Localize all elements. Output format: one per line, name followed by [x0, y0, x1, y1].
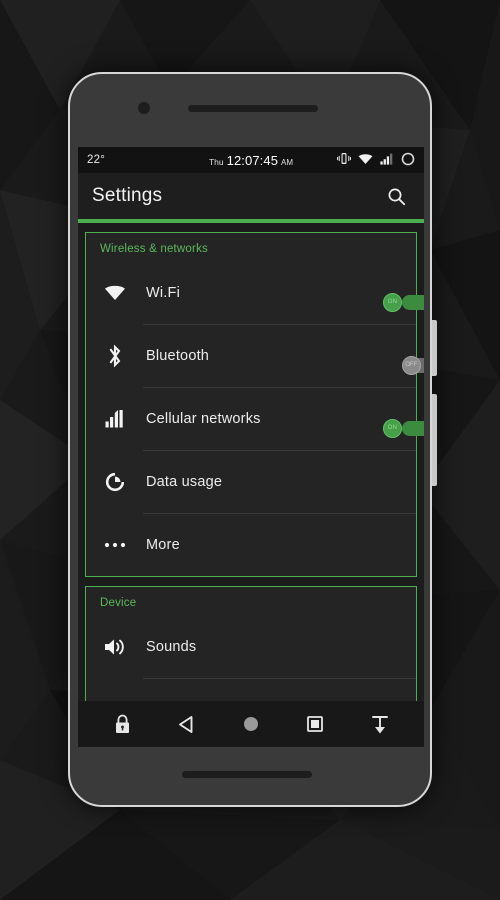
status-temperature: 22° [87, 154, 105, 166]
battery-icon [401, 152, 415, 169]
data-usage-icon [100, 471, 130, 493]
search-icon[interactable] [382, 182, 410, 210]
row-label-more: More [146, 536, 180, 553]
navigation-bar [78, 701, 424, 747]
toggle-knob: OFF [402, 355, 421, 375]
bluetooth-icon [100, 343, 130, 368]
more-dots-icon [100, 542, 130, 548]
row-label-data-usage: Data usage [146, 473, 223, 490]
earpiece-speaker-icon [188, 105, 318, 112]
home-icon[interactable] [234, 707, 268, 741]
status-day: Thu [208, 156, 224, 167]
row-cellular-networks[interactable]: Cellular networks ON [86, 387, 424, 450]
hide-keyboard-icon[interactable] [363, 707, 397, 741]
page-title: Settings [92, 185, 163, 206]
cellular-signal-icon [100, 409, 130, 428]
cellular-signal-icon [380, 153, 394, 168]
row-label-wifi: Wi.Fi [146, 284, 181, 301]
section-header-device: Device [100, 597, 137, 609]
row-data-usage[interactable]: Data usage [86, 450, 416, 513]
lock-icon[interactable] [105, 707, 139, 741]
row-label-sounds: Sounds [146, 638, 197, 655]
section-header-wireless-networks: Wireless & networks [100, 243, 208, 255]
wifi-icon [358, 153, 373, 168]
row-bluetooth[interactable]: Bluetooth OFF [86, 324, 424, 387]
toggle-knob: ON [383, 292, 402, 312]
recents-icon[interactable] [298, 707, 332, 741]
front-camera-icon [138, 102, 150, 114]
toggle-track [402, 294, 424, 310]
status-time: 12:07:45 [226, 152, 279, 168]
row-more[interactable]: More [86, 513, 416, 576]
row-partial-next[interactable] [86, 678, 416, 701]
row-sounds[interactable]: Sounds [86, 615, 416, 678]
phone-device: 22° Thu 12:07:45 AM Settings Wireless & … [68, 72, 437, 807]
settings-list[interactable]: Wireless & networks Wi.Fi ON Bluetooth O… [78, 223, 424, 701]
bottom-speaker-icon [182, 771, 312, 778]
status-bar: 22° Thu 12:07:45 AM [78, 147, 424, 173]
toggle-knob: ON [383, 418, 402, 438]
row-wifi[interactable]: Wi.Fi ON [86, 261, 424, 324]
volume-icon [100, 637, 130, 657]
status-meridiem: AM [281, 157, 294, 167]
row-label-bluetooth: Bluetooth [146, 347, 210, 364]
wifi-icon [100, 284, 130, 301]
back-icon[interactable] [170, 707, 204, 741]
status-icon-group [336, 152, 415, 169]
section-wireless-networks: Wireless & networks Wi.Fi ON Bluetooth O… [85, 232, 424, 577]
row-label-cellular-networks: Cellular networks [146, 410, 261, 427]
section-device: Device Sounds [85, 586, 417, 701]
action-bar: Settings [78, 173, 424, 219]
volume-button[interactable] [432, 394, 437, 486]
power-button[interactable] [432, 320, 437, 376]
vibrate-icon [336, 152, 352, 168]
toggle-track [402, 420, 424, 436]
phone-screen: 22° Thu 12:07:45 AM Settings Wireless & … [78, 147, 424, 747]
